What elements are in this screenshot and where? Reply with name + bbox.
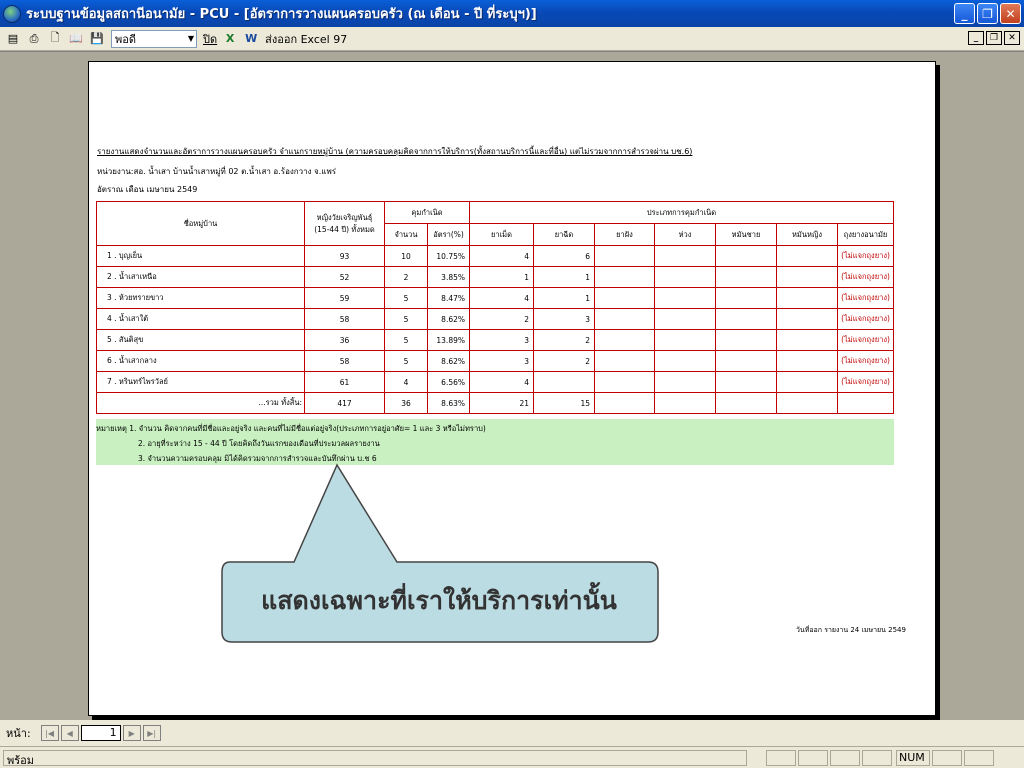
app-globe-icon [3, 4, 21, 23]
mdi-restore-button[interactable]: ❐ [986, 31, 1002, 45]
report-page: รายงานแสดงจำนวนและอัตราการวางแผนครอบครัว… [88, 61, 936, 716]
preview-area: รายงานแสดงจำนวนและอัตราการวางแผนครอบครัว… [0, 52, 1024, 720]
page-label: หน้า: [6, 727, 31, 740]
zoom-value: พอดี [115, 32, 137, 46]
mdi-close-button[interactable]: ✕ [1004, 31, 1020, 45]
export-excel-button[interactable]: ส่งออก Excel 97 [265, 30, 347, 48]
save-icon[interactable]: 💾 [89, 31, 105, 47]
page-nav-bar: หน้า: |◀ ◀ 1 ▶ ▶| [0, 720, 1024, 746]
last-page-button[interactable]: ▶| [142, 725, 161, 741]
status-bar: พร้อม NUM [0, 746, 1024, 768]
toolbar: ▤ ⎙ 🗋 📖 💾 พอดี ▼ ปิด X W ส่งออก Excel 97… [0, 27, 1024, 51]
status-pane [862, 750, 892, 766]
print-icon[interactable]: ⎙ [26, 31, 42, 47]
title-bar: ระบบฐานข้อมูลสถานีอนามัย - PCU - [อัตราก… [0, 0, 1024, 27]
num-lock-indicator: NUM [896, 750, 930, 766]
word-icon[interactable]: W [243, 31, 259, 47]
first-page-button[interactable]: |◀ [40, 725, 59, 741]
close-button[interactable]: ✕ [1000, 3, 1021, 24]
minimize-button[interactable]: _ [954, 3, 975, 24]
restore-button[interactable]: ❐ [977, 3, 998, 24]
zoom-select[interactable]: พอดี ▼ [111, 29, 197, 48]
book-icon[interactable]: 📖 [68, 31, 84, 47]
page-setup-icon[interactable]: 🗋 [47, 31, 63, 47]
status-pane [766, 750, 796, 766]
chevron-down-icon: ▼ [187, 33, 194, 43]
close-preview-button[interactable]: ปิด [203, 30, 217, 48]
window-title: ระบบฐานข้อมูลสถานีอนามัย - PCU - [อัตราก… [26, 7, 537, 22]
status-pane [798, 750, 828, 766]
status-pane [932, 750, 962, 766]
excel-icon[interactable]: X [222, 31, 238, 47]
next-page-button[interactable]: ▶ [122, 725, 141, 741]
status-pane [830, 750, 860, 766]
print-setup-icon[interactable]: ▤ [5, 31, 21, 47]
page-number-input[interactable]: 1 [80, 725, 121, 741]
callout-text: แสดงเฉพาะที่เราให้บริการเท่านั้น [261, 586, 617, 615]
print-date: วันที่ออก รายงาน 24 เมษายน 2549 [796, 626, 906, 634]
prev-page-button[interactable]: ◀ [60, 725, 79, 741]
status-pane [964, 750, 994, 766]
mdi-minimize-button[interactable]: _ [968, 31, 984, 45]
status-text: พร้อม [3, 750, 747, 767]
